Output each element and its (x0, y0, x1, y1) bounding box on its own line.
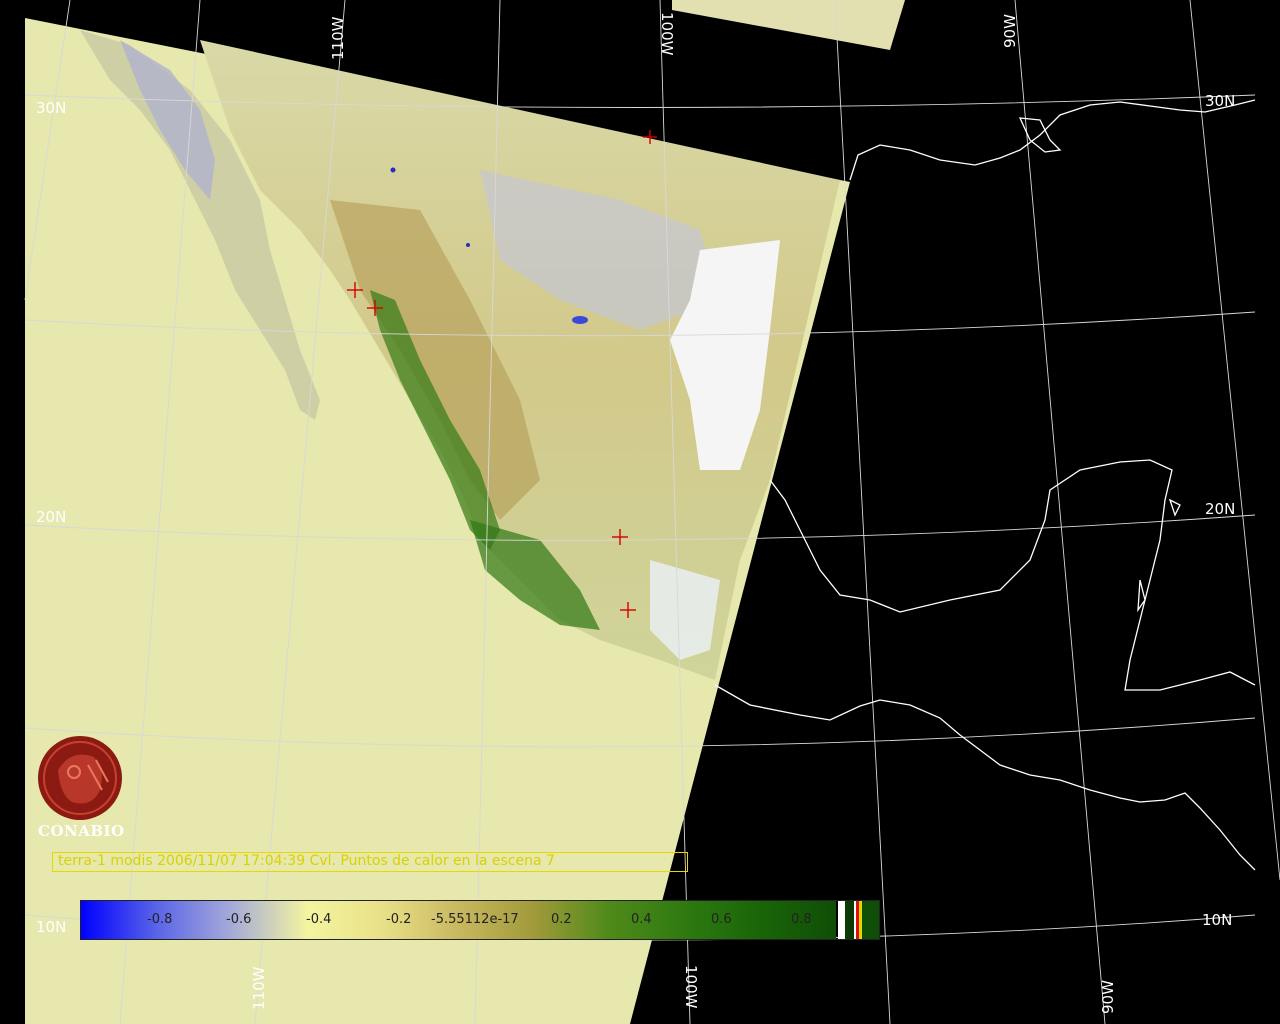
lon-label-bottom: 100W (682, 965, 700, 1009)
lon-label-bottom: 110W (250, 966, 268, 1010)
colorbar-swatch-dark (845, 901, 854, 939)
lake (572, 316, 588, 324)
lon-label-top: 110W (329, 16, 347, 60)
caption-text: terra-1 modis 2006/11/07 17:04:39 Cvl. P… (58, 853, 555, 869)
colorbar-tick: 0.6 (711, 912, 732, 927)
colorbar: -0.8 -0.6 -0.4 -0.2 -5.55112e-17 0.2 0.4… (80, 900, 880, 940)
logo-text: CONABIO (38, 822, 125, 840)
colorbar-swatch-end (862, 901, 879, 939)
lat-label-right: 20N (1205, 500, 1235, 518)
colorbar-tick: 0.4 (631, 912, 652, 927)
colorbar-tick: -0.2 (386, 912, 412, 927)
conabio-logo-icon (38, 736, 122, 820)
lake (466, 243, 470, 247)
satellite-swath-top (672, 0, 905, 50)
colorbar-swatch-white (838, 901, 845, 939)
lake (390, 167, 396, 173)
colorbar-tick: -0.4 (306, 912, 332, 927)
lat-label-left: 20N (36, 508, 66, 526)
lat-label-right: 10N (1202, 911, 1232, 929)
lon-label-top: 100W (658, 12, 676, 56)
colorbar-tick: 0.8 (791, 912, 812, 927)
lat-label-right: 30N (1205, 92, 1235, 110)
colorbar-tick: -5.55112e-17 (431, 912, 519, 927)
lat-label-left: 30N (36, 99, 66, 117)
lon-label-top: 90W (1001, 14, 1019, 48)
colorbar-tick: -0.6 (226, 912, 252, 927)
lon-label-bottom: 90W (1099, 980, 1117, 1014)
colorbar-tick: -0.8 (147, 912, 173, 927)
colorbar-tick: 0.2 (551, 912, 572, 927)
lat-label-left: 10N (36, 918, 66, 936)
